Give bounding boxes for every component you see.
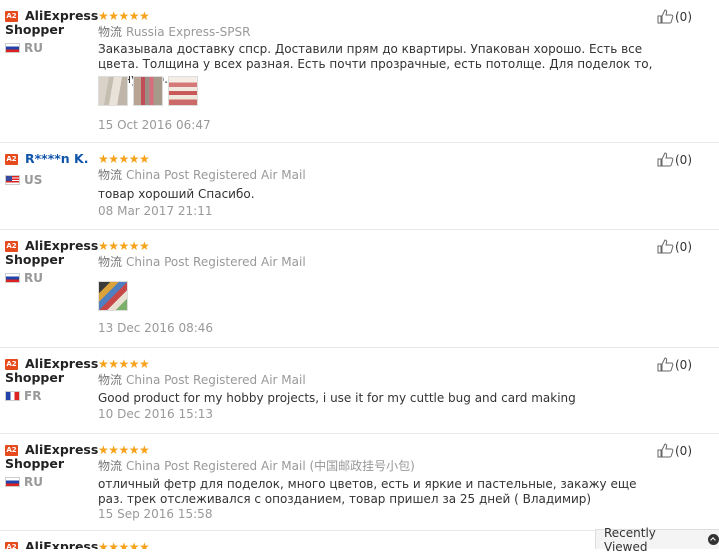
helpful-button[interactable]: (0) (657, 357, 692, 372)
reviewer-name-line1: AliExpress (25, 539, 99, 550)
shipping-method: 物流 China Post Registered Air Mail (98, 255, 306, 269)
reviewer-country: RU (5, 41, 43, 55)
reviewer-name-line2: Shopper (5, 370, 65, 385)
shipping-label: 物流 (98, 373, 123, 387)
reviewer-name-line1: R****n K. (25, 151, 89, 166)
reviewer-country: RU (5, 271, 43, 285)
chevron-up-icon (708, 534, 719, 545)
country-code: RU (24, 475, 43, 489)
review-item: A2 AliExpress Shopper RU ★★★★★ 物流 China P… (0, 230, 719, 347)
helpful-count: (0) (675, 443, 692, 458)
shipping-value: China Post Registered Air Mail (126, 255, 306, 269)
review-date: 08 Mar 2017 21:11 (98, 204, 213, 218)
review-date: 15 Oct 2016 06:47 (98, 118, 211, 132)
review-item: A2 AliExpress Shopper RU ★★★★★ 物流 Russia … (0, 0, 719, 142)
star-rating: ★★★★★ (98, 357, 150, 371)
reviewer-name-line2: Shopper (5, 456, 65, 471)
shipping-label: 物流 (98, 168, 123, 182)
shipping-label: 物流 (98, 25, 123, 39)
country-code: RU (24, 271, 43, 285)
reviewer-name-line1: AliExpress (25, 356, 99, 371)
reviewer-name-line1: AliExpress (25, 442, 99, 457)
shipping-label: 物流 (98, 459, 123, 473)
review-photo-thumbnail[interactable] (98, 76, 128, 106)
review-date: 10 Dec 2016 15:13 (98, 407, 214, 421)
reviewer-name[interactable]: AliExpress (5, 539, 100, 550)
country-code: RU (24, 41, 43, 55)
reviewer-country: RU (5, 475, 43, 489)
review-text: товар хороший Спасибо. (98, 187, 255, 201)
reviewer-name-line2: Shopper (5, 252, 65, 267)
shipping-method: 物流 China Post Registered Air Mail (98, 373, 306, 387)
thumbs-up-icon (657, 9, 674, 24)
thumbs-up-icon (657, 443, 674, 458)
review-photo-thumbnail[interactable] (98, 281, 128, 311)
russia-flag-icon (5, 477, 20, 487)
star-rating: ★★★★★ (98, 239, 150, 253)
recently-viewed-label: Recently Viewed (604, 525, 656, 554)
review-text: отличный фетр для поделок, много цветов,… (98, 477, 637, 506)
helpful-button[interactable]: (0) (657, 443, 692, 458)
shipping-method: 物流 Russia Express-SPSR (98, 25, 250, 39)
russia-flag-icon (5, 273, 20, 283)
star-rating: ★★★★★ (98, 540, 150, 549)
helpful-button[interactable]: (0) (657, 152, 692, 167)
reviewer-name[interactable]: AliExpress Shopper (5, 239, 100, 267)
star-rating: ★★★★★ (98, 443, 150, 457)
helpful-count: (0) (675, 9, 692, 24)
shipping-value: Russia Express-SPSR (126, 25, 251, 39)
thumbs-up-icon (657, 152, 674, 167)
review-photo-thumbnail[interactable] (168, 76, 198, 106)
reviewer-country: US (5, 173, 42, 187)
thumbs-up-icon (657, 239, 674, 254)
reviewer-name-line1: AliExpress (25, 8, 99, 23)
reviewer-name[interactable]: R****n K. (5, 152, 100, 166)
shipping-value: China Post Registered Air Mail (126, 168, 306, 182)
helpful-count: (0) (675, 357, 692, 372)
review-item: A2 R****n K. US ★★★★★ 物流 China Post Regis… (0, 143, 719, 229)
review-photo-thumbnail[interactable] (133, 76, 163, 106)
reviewer-name[interactable]: AliExpress Shopper (5, 443, 100, 471)
review-text: Good product for my hobby projects, i us… (98, 391, 576, 405)
review-date: 13 Dec 2016 08:46 (98, 321, 214, 335)
reviewer-country: FR (5, 389, 41, 403)
helpful-button[interactable]: (0) (657, 239, 692, 254)
review-item: A2 AliExpress Shopper FR ★★★★★ 物流 China P… (0, 348, 719, 433)
star-rating: ★★★★★ (98, 152, 150, 166)
recently-viewed-tab[interactable]: Recently Viewed (595, 526, 719, 554)
shipping-label: 物流 (98, 255, 123, 269)
reviewer-name[interactable]: AliExpress Shopper (5, 357, 100, 385)
review-item: A2 AliExpress Shopper RU ★★★★★ 物流 China P… (0, 434, 719, 530)
shipping-method: 物流 China Post Registered Air Mail (98, 168, 306, 182)
shipping-value: China Post Registered Air Mail (中国邮政挂号小包… (126, 459, 415, 473)
reviewer-name-line2: Shopper (5, 22, 65, 37)
shipping-value: China Post Registered Air Mail (126, 373, 306, 387)
russia-flag-icon (5, 43, 20, 53)
reviewer-name[interactable]: AliExpress Shopper (5, 9, 100, 37)
country-code: US (24, 173, 43, 187)
helpful-count: (0) (675, 152, 692, 167)
thumbs-up-icon (657, 357, 674, 372)
shipping-method: 物流 China Post Registered Air Mail (中国邮政挂号… (98, 459, 415, 473)
country-code: FR (24, 389, 42, 403)
review-photos (98, 281, 128, 311)
review-photos (98, 76, 198, 106)
usa-flag-icon (5, 175, 20, 185)
france-flag-icon (5, 391, 20, 401)
reviewer-name-line1: AliExpress (25, 238, 99, 253)
helpful-button[interactable]: (0) (657, 9, 692, 24)
star-rating: ★★★★★ (98, 9, 150, 23)
helpful-count: (0) (675, 239, 692, 254)
review-date: 15 Sep 2016 15:58 (98, 507, 213, 521)
